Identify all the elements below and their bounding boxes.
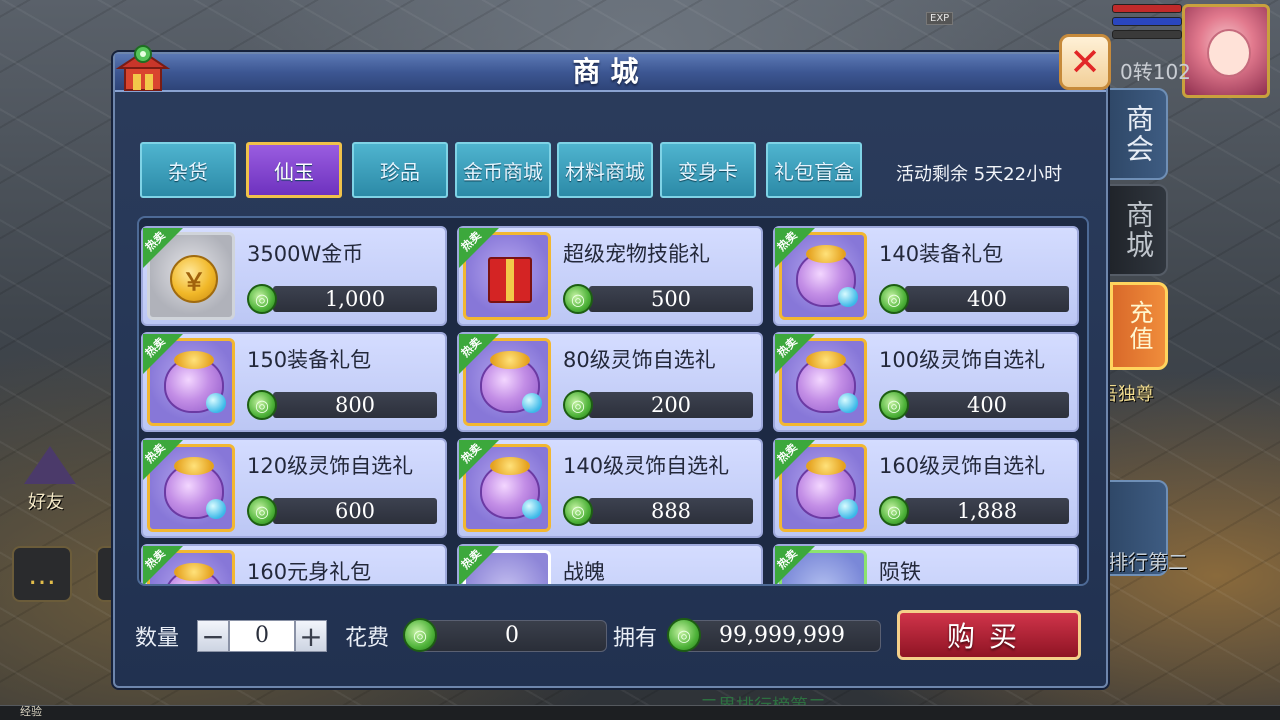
- close-icon: ✕: [1069, 40, 1101, 84]
- buy-button[interactable]: 购买: [897, 610, 1081, 660]
- item-name: 3500W金币: [247, 242, 364, 266]
- item-name: 140级灵饰自选礼: [563, 454, 730, 478]
- friend-label: 好友: [28, 492, 64, 513]
- item-price: 200: [589, 392, 753, 418]
- item-name: 战魄: [563, 560, 605, 584]
- shop-item[interactable]: 热卖 陨铁: [773, 544, 1079, 586]
- dialog-title: 商城: [572, 55, 649, 88]
- owned-label: 拥有: [613, 626, 658, 651]
- quantity-label: 数量: [135, 626, 180, 651]
- shop-item[interactable]: 热卖 超级宠物技能礼 500 ◎: [457, 226, 763, 326]
- event-countdown: 活动剩余 5天22小时: [896, 164, 1063, 185]
- jade-currency-icon: ◎: [879, 284, 909, 314]
- friend-icon: [24, 446, 76, 484]
- jade-currency-icon: ◎: [879, 496, 909, 526]
- item-name: 160元身礼包: [247, 560, 372, 584]
- player-avatar[interactable]: [1182, 4, 1270, 98]
- shop-item[interactable]: 热卖 160级灵饰自选礼 1,888 ◎: [773, 438, 1079, 538]
- exp-tag: EXP: [926, 12, 954, 25]
- close-button[interactable]: ✕: [1059, 34, 1111, 90]
- item-name: 超级宠物技能礼: [563, 242, 710, 266]
- item-price: 500: [589, 286, 753, 312]
- jade-currency-icon: ◎: [563, 390, 593, 420]
- item-price: 1,888: [905, 498, 1069, 524]
- scene-rank-text: 排行第二: [1108, 550, 1188, 574]
- hp-bar: [1112, 4, 1182, 13]
- quantity-minus-button[interactable]: −: [197, 620, 229, 653]
- quantity-plus-button[interactable]: +: [295, 620, 327, 653]
- jade-currency-icon: ◎: [563, 496, 593, 526]
- item-price: 888: [589, 498, 753, 524]
- item-grid[interactable]: ￥ 热卖 3500W金币 1,000 ◎ 热卖 超级宠物技能礼 500 ◎ 热卖…: [137, 216, 1089, 586]
- item-price: 600: [273, 498, 437, 524]
- jade-currency-icon: ◎: [247, 284, 277, 314]
- item-name: 80级灵饰自选礼: [563, 348, 716, 372]
- item-price: 1,000: [273, 286, 437, 312]
- item-name: 100级灵饰自选礼: [879, 348, 1046, 372]
- item-price: 400: [905, 392, 1069, 418]
- jade-currency-icon: ◎: [563, 284, 593, 314]
- tab-xianyu[interactable]: 仙玉: [246, 142, 342, 198]
- status-bars: [1112, 4, 1182, 43]
- jade-currency-icon: ◎: [667, 618, 701, 652]
- jade-currency-icon: ◎: [247, 390, 277, 420]
- tab-gift-box[interactable]: 礼包盲盒: [766, 142, 862, 198]
- item-price: 400: [905, 286, 1069, 312]
- chat-icon: …: [28, 557, 56, 591]
- jade-currency-icon: ◎: [247, 496, 277, 526]
- shop-item[interactable]: 热卖 战魄: [457, 544, 763, 584]
- jade-currency-icon: ◎: [403, 618, 437, 652]
- item-name: 陨铁: [879, 560, 921, 584]
- shop-item[interactable]: 热卖 120级灵饰自选礼 600 ◎: [141, 438, 447, 538]
- jade-currency-icon: ◎: [879, 390, 909, 420]
- scene-sign-text: 吾独尊: [1100, 384, 1154, 405]
- tab-transform-card[interactable]: 变身卡: [660, 142, 756, 198]
- quantity-input[interactable]: 0: [229, 620, 295, 652]
- item-name: 160级灵饰自选礼: [879, 454, 1046, 478]
- side-tab-shanghui[interactable]: 商会: [1108, 88, 1168, 180]
- shop-emblem-icon: [115, 45, 171, 91]
- chat-button[interactable]: …: [12, 546, 72, 602]
- side-tab-shangcheng[interactable]: 商城: [1108, 184, 1168, 276]
- tab-material-shop[interactable]: 材料商城: [557, 142, 653, 198]
- cost-value: 0: [417, 620, 607, 652]
- shop-dialog: 商城 ✕ 杂货 仙玉 珍品 金币商城 材料商城 变身卡 礼包盲盒 活动剩余 5天…: [113, 34, 1111, 688]
- exp-label: 经验: [20, 705, 42, 718]
- avatar-face: [1207, 29, 1251, 77]
- friend-button[interactable]: 好友: [10, 446, 88, 516]
- shop-item[interactable]: 热卖 150装备礼包 800 ◎: [141, 332, 447, 432]
- tab-zhenpin[interactable]: 珍品: [352, 142, 448, 198]
- meteor-iron-icon: [804, 585, 856, 586]
- shop-item[interactable]: ￥ 热卖 3500W金币 1,000 ◎: [141, 226, 447, 326]
- exp-bar: 经验: [0, 705, 1280, 720]
- shop-item[interactable]: 热卖 140级灵饰自选礼 888 ◎: [457, 438, 763, 538]
- item-name: 120级灵饰自选礼: [247, 454, 414, 478]
- item-name: 140装备礼包: [879, 242, 1004, 266]
- shop-item[interactable]: 热卖 80级灵饰自选礼 200 ◎: [457, 332, 763, 432]
- xp-bar: [1112, 30, 1182, 39]
- shop-item[interactable]: 热卖 160元身礼包: [141, 544, 447, 584]
- cost-label: 花费: [345, 626, 390, 651]
- shop-item[interactable]: 热卖 100级灵饰自选礼 400 ◎: [773, 332, 1079, 432]
- item-price: 800: [273, 392, 437, 418]
- mp-bar: [1112, 17, 1182, 26]
- side-tab-chongzhi[interactable]: 充值: [1110, 282, 1168, 370]
- item-name: 150装备礼包: [247, 348, 372, 372]
- shop-item[interactable]: 热卖 140装备礼包 400 ◎: [773, 226, 1079, 326]
- level-text: 0转102: [1120, 60, 1191, 84]
- owned-value: 99,999,999: [683, 620, 881, 652]
- tab-gold-shop[interactable]: 金币商城: [455, 142, 551, 198]
- tab-zahuo[interactable]: 杂货: [140, 142, 236, 198]
